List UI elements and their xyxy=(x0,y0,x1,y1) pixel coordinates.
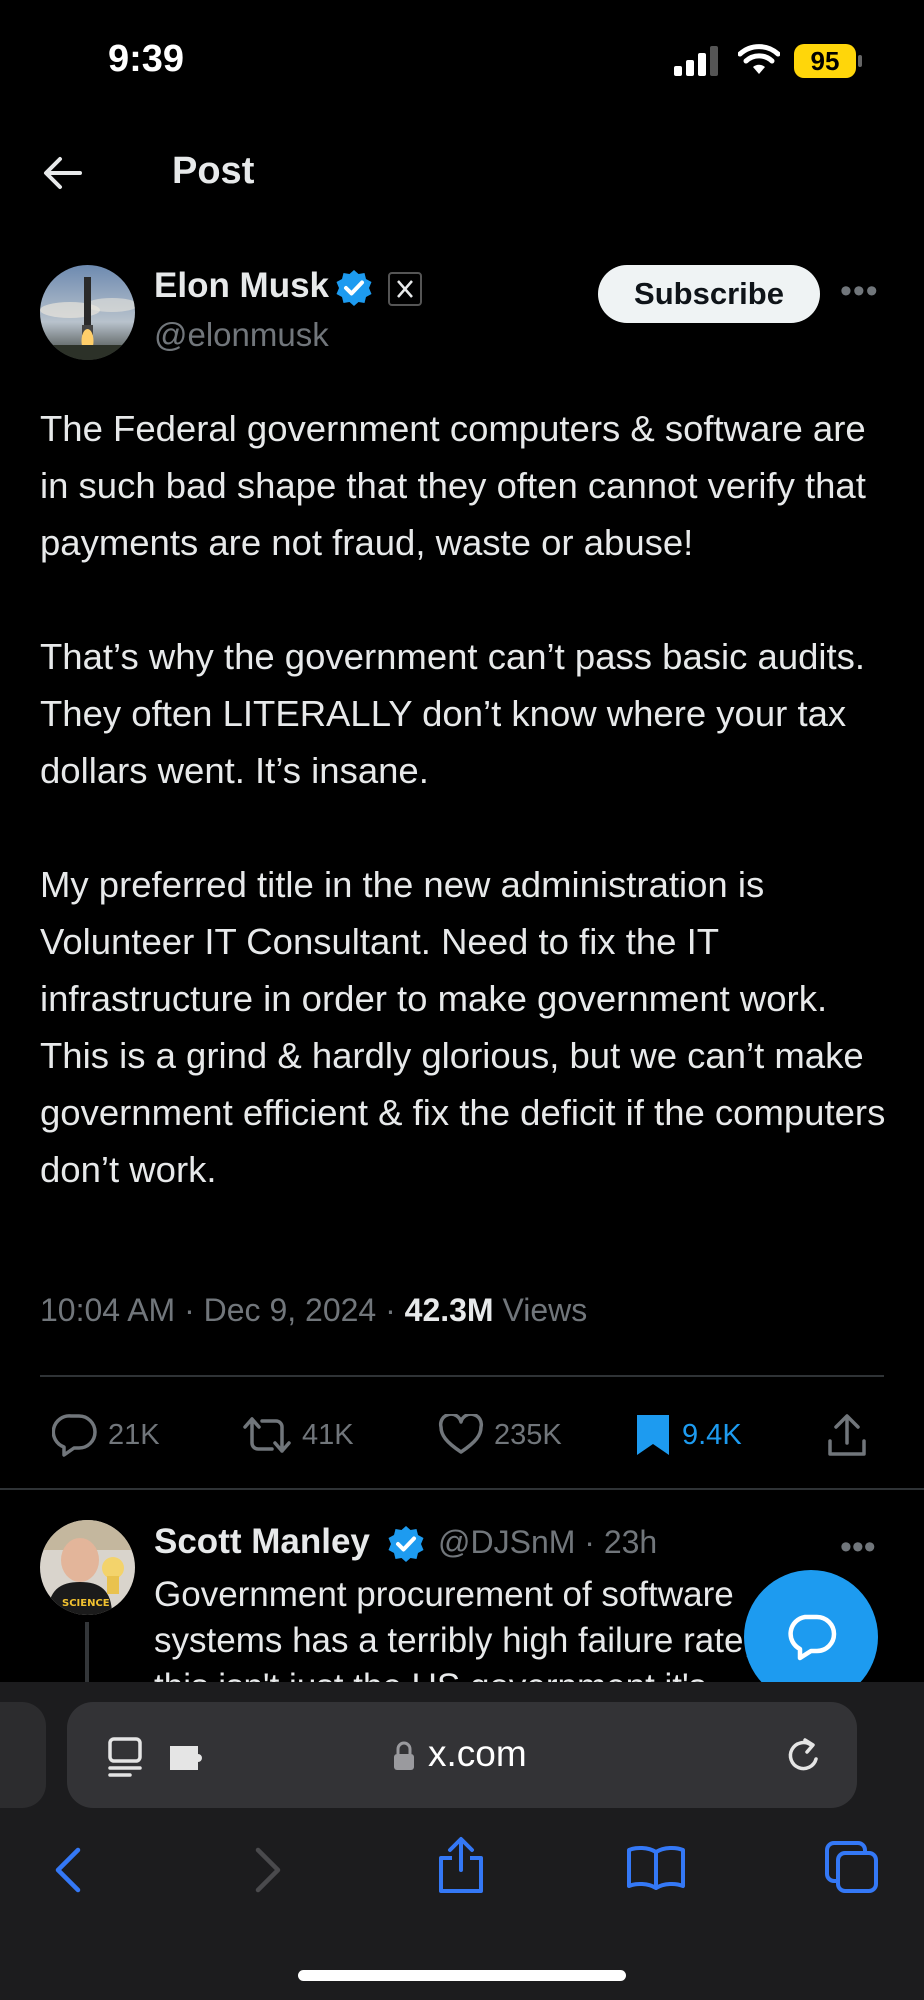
reply-line: Government procurement of software xyxy=(154,1575,734,1614)
page-title: Post xyxy=(172,150,255,192)
bookmark-icon xyxy=(634,1412,672,1458)
reply-line: systems has a terribly high failure rate… xyxy=(154,1621,754,1660)
reader-icon[interactable] xyxy=(106,1735,146,1779)
reply-author-name[interactable]: Scott Manley xyxy=(154,1522,370,1562)
reply-button[interactable]: 21K xyxy=(52,1410,160,1460)
x-affiliate-badge-icon xyxy=(388,272,422,306)
battery-tip xyxy=(858,55,862,67)
subscribe-button[interactable]: Subscribe xyxy=(598,265,820,323)
reply-handle[interactable]: @DJSnM xyxy=(438,1524,575,1560)
reply-icon xyxy=(52,1413,98,1457)
views-count[interactable]: 42.3M xyxy=(405,1292,494,1328)
post-time: 10:04 AM xyxy=(40,1292,176,1328)
author-name[interactable]: Elon Musk xyxy=(154,266,329,306)
reply-more-icon[interactable]: ••• xyxy=(840,1528,876,1567)
safari-forward-icon[interactable] xyxy=(252,1846,284,1894)
reply-time: 23h xyxy=(603,1524,658,1560)
like-icon xyxy=(438,1414,484,1456)
url-text[interactable]: x.com xyxy=(428,1733,527,1775)
post-meta: 10:04 AM · Dec 9, 2024 · 42.3M Views xyxy=(40,1292,588,1328)
post-text: The Federal government computers & softw… xyxy=(40,400,890,1198)
home-indicator[interactable] xyxy=(298,1970,626,1981)
compose-reply-icon xyxy=(785,1613,837,1661)
repost-icon xyxy=(242,1415,292,1455)
reply-avatar[interactable]: SCIENCE xyxy=(40,1520,135,1615)
back-arrow-icon[interactable] xyxy=(42,156,82,190)
reply-line: this isn't just the US government it's xyxy=(154,1664,764,1684)
like-button[interactable]: 235K xyxy=(438,1410,562,1460)
author-handle[interactable]: @elonmusk xyxy=(154,316,329,354)
svg-text:SCIENCE: SCIENCE xyxy=(62,1598,110,1609)
wifi-icon xyxy=(738,44,780,76)
like-count: 235K xyxy=(494,1418,562,1451)
reply-handle-time: @DJSnM · 23h xyxy=(438,1524,658,1560)
safari-back-icon[interactable] xyxy=(52,1846,84,1894)
more-options-icon[interactable]: ••• xyxy=(840,272,879,311)
divider xyxy=(0,1488,924,1490)
verified-badge-icon xyxy=(334,268,374,308)
battery-indicator: 95 xyxy=(794,44,856,78)
signal-icon xyxy=(674,46,722,76)
reload-icon[interactable] xyxy=(784,1735,824,1777)
post-date: Dec 9, 2024 xyxy=(203,1292,377,1328)
author-avatar[interactable] xyxy=(40,265,135,360)
safari-share-icon[interactable] xyxy=(436,1836,486,1894)
divider xyxy=(40,1375,884,1377)
repost-button[interactable]: 41K xyxy=(242,1410,354,1460)
share-icon xyxy=(826,1413,868,1457)
reply-count: 21K xyxy=(108,1418,160,1451)
post-paragraph: My preferred title in the new administra… xyxy=(40,864,886,1190)
post-paragraph: The Federal government computers & softw… xyxy=(40,408,866,563)
status-time: 9:39 xyxy=(108,38,185,80)
repost-count: 41K xyxy=(302,1418,354,1451)
reply-text: Government procurement of software syste… xyxy=(154,1572,764,1684)
tabs-icon[interactable] xyxy=(824,1840,880,1894)
extension-icon[interactable] xyxy=(168,1742,210,1774)
share-button[interactable] xyxy=(826,1410,868,1460)
bookmark-count: 9.4K xyxy=(682,1418,742,1451)
previous-tab-preview[interactable] xyxy=(0,1702,46,1808)
lock-icon xyxy=(392,1740,416,1772)
bookmark-button[interactable]: 9.4K xyxy=(634,1410,742,1460)
views-label: Views xyxy=(502,1292,588,1328)
post-paragraph: That’s why the government can’t pass bas… xyxy=(40,636,866,791)
verified-badge-icon xyxy=(386,1524,426,1564)
bookmarks-book-icon[interactable] xyxy=(626,1844,686,1890)
